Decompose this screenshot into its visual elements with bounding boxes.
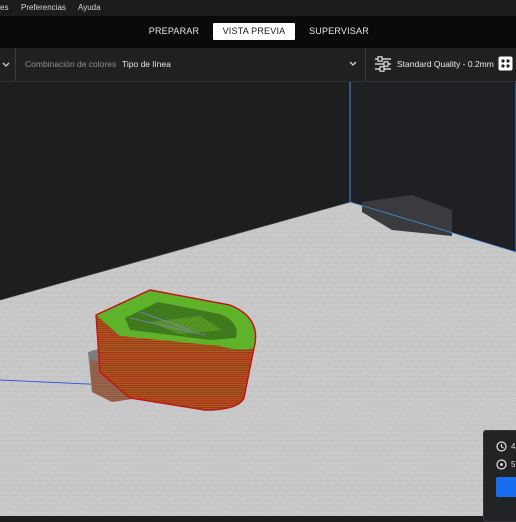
print-time-value: 4 (511, 442, 516, 451)
print-information-panel: 4 5 (483, 430, 516, 522)
color-scheme-label: Combinación de colores (25, 59, 117, 69)
tab-preparar[interactable]: PREPARAR (143, 23, 205, 40)
tab-supervisar[interactable]: SUPERVISAR (304, 23, 374, 40)
build-volume-render (0, 82, 516, 516)
settings-sliders-icon (375, 56, 391, 72)
print-profile: Standard Quality - 0.2mm (397, 59, 494, 69)
view-toolbar: Combinación de colores Tipo de línea Sta… (0, 48, 516, 82)
stage-bar: PREPARAR VISTA PREVIA SUPERVISAR (0, 16, 516, 48)
color-scheme-value: Tipo de línea (122, 59, 171, 69)
extension-icon[interactable] (498, 56, 513, 71)
3d-viewport[interactable] (0, 82, 516, 516)
menu-item-preferencias[interactable]: Preferencias (21, 3, 66, 12)
toolbar-divider (365, 48, 366, 81)
material-spool-icon (496, 459, 507, 470)
menu-item-archivo[interactable]: es (0, 3, 8, 12)
menu-item-ayuda[interactable]: Ayuda (78, 3, 101, 12)
toolbar-divider (15, 48, 16, 81)
slice-button[interactable] (496, 477, 516, 497)
chevron-down-icon[interactable] (1, 60, 11, 70)
tab-vista-previa[interactable]: VISTA PREVIA (213, 23, 295, 40)
material-usage-value: 5 (511, 460, 516, 469)
menu-bar: es Preferencias Ayuda (0, 0, 516, 16)
clock-icon (496, 441, 507, 452)
chevron-down-icon (349, 61, 357, 66)
model-layer-preview (88, 289, 257, 411)
